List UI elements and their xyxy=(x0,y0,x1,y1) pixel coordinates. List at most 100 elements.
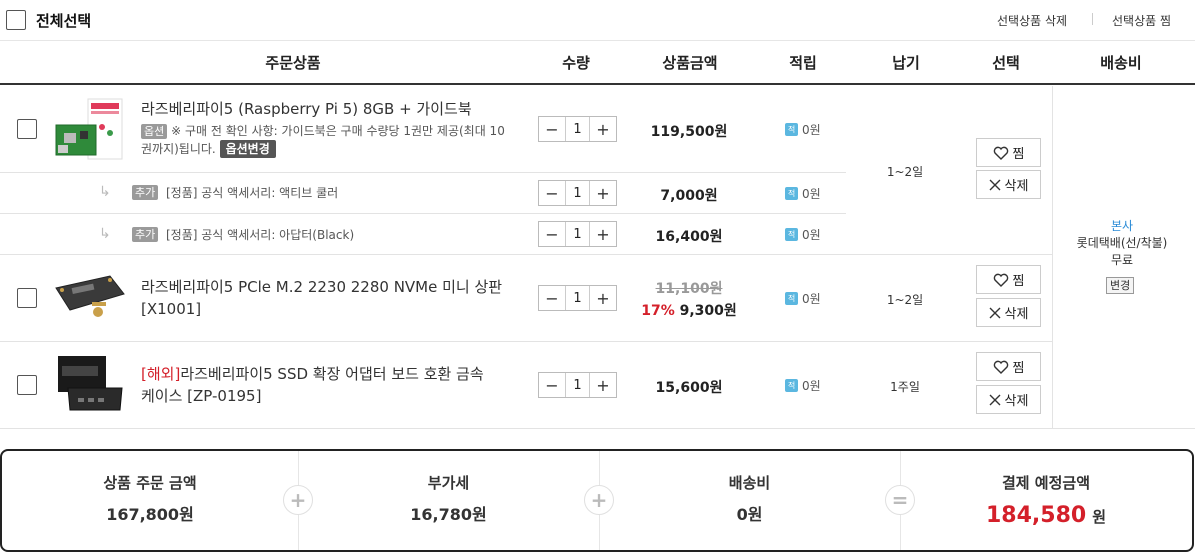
option-change-button[interactable]: 옵션변경 xyxy=(219,140,276,158)
summary-shipping: 배송비 0원 xyxy=(599,451,900,550)
points-value: 0원 xyxy=(802,123,821,137)
header-points: 적립 xyxy=(789,54,817,72)
item-1-lead-time: 1~2일 xyxy=(886,165,924,179)
item-2-name[interactable]: 라즈베리파이5 PCle M.2 2230 2280 NVMe 미니 상판 [X… xyxy=(141,276,502,320)
summary-total: 결제 예정금액 184,580 원 xyxy=(900,451,1192,550)
addon-1-points: 적 0원 xyxy=(785,185,821,202)
addon-2-quantity-stepper[interactable]: − 1 + xyxy=(538,221,617,247)
item-3-checkbox[interactable] xyxy=(17,375,37,395)
sub-arrow-icon: ↳ xyxy=(99,184,111,200)
item-1-quantity-stepper[interactable]: − 1 + xyxy=(538,116,617,142)
item-3-wish-button[interactable]: 찜 xyxy=(976,352,1041,381)
addon-1-price: 7,000원 xyxy=(660,188,718,204)
points-value: 0원 xyxy=(802,228,821,242)
shipping-change-button[interactable]: 변경 xyxy=(1106,277,1135,294)
item-2-delete-button[interactable]: 삭제 xyxy=(976,298,1041,327)
delete-label: 삭제 xyxy=(1004,307,1029,322)
shipping-method: 롯데택배(선/착불) xyxy=(1076,236,1168,250)
addon-1-name: [정품] 공식 액세서리: 액티브 쿨러 xyxy=(166,186,339,200)
addon-2-points: 적 0원 xyxy=(785,226,821,243)
total-unit: 원 xyxy=(1092,508,1106,526)
shipping-label: 배송비 xyxy=(728,474,771,492)
item-1-wish-button[interactable]: 찜 xyxy=(976,138,1041,167)
vat-value: 16,780원 xyxy=(410,505,487,524)
item-2-checkbox[interactable] xyxy=(17,288,37,308)
item-2-points: 적 0원 xyxy=(785,290,821,307)
header-shipping: 배송비 xyxy=(1100,54,1142,72)
minus-button[interactable]: − xyxy=(539,286,565,310)
qty-value[interactable]: 1 xyxy=(565,286,590,310)
header-qty: 수량 xyxy=(562,54,590,72)
summary-vat: 부가세 16,780원 xyxy=(298,451,599,550)
shipping-fee: 무료 xyxy=(1110,253,1134,267)
addon-2-badge: 추가 xyxy=(132,227,159,242)
item-3-name-line1: 라즈베리파이5 SSD 확장 어댑터 보드 호환 금속 xyxy=(180,365,484,383)
delete-label: 삭제 xyxy=(1004,394,1029,409)
item-2-sale-price: 17% 9,300원 xyxy=(629,300,749,320)
addon-2-name: [정품] 공식 액세서리: 아답터(Black) xyxy=(166,228,355,242)
row-divider xyxy=(0,428,1195,429)
item-3-thumbnail xyxy=(58,356,123,411)
item-3-points: 적 0원 xyxy=(785,377,821,394)
row-divider xyxy=(0,172,846,173)
item-3-name-line2: 케이스 [ZP-0195] xyxy=(141,387,262,405)
row-divider xyxy=(0,213,846,214)
item-1-thumbnail xyxy=(55,98,123,160)
minus-button[interactable]: − xyxy=(539,181,565,205)
header-amount: 상품금액 xyxy=(662,54,718,72)
option-badge: 옵션 xyxy=(141,124,168,139)
item-1-delete-button[interactable]: 삭제 xyxy=(976,170,1041,199)
addon-1-quantity-stepper[interactable]: − 1 + xyxy=(538,180,617,206)
item-2-quantity-stepper[interactable]: − 1 + xyxy=(538,285,617,311)
vat-label: 부가세 xyxy=(427,474,470,492)
shipping-origin: 본사 xyxy=(1110,219,1134,233)
option-note-cont: 권까지)됩니다. xyxy=(141,142,216,156)
qty-value[interactable]: 1 xyxy=(565,117,590,141)
item-1-price: 119,500원 xyxy=(650,124,728,140)
heart-icon xyxy=(993,360,1008,374)
item-1-option: 옵션 ※ 구매 전 확인 사항: 가이드북은 구매 수량당 1권만 제공(최대 … xyxy=(141,123,536,140)
plus-button[interactable]: + xyxy=(590,286,616,310)
item-2-wish-button[interactable]: 찜 xyxy=(976,265,1041,294)
minus-button[interactable]: − xyxy=(539,373,565,397)
item-1-name[interactable]: 라즈베리파이5 (Raspberry Pi 5) 8GB + 가이드북 xyxy=(141,98,472,120)
item-3-lead-time: 1주일 xyxy=(890,380,920,394)
sub-arrow-icon: ↳ xyxy=(99,226,111,242)
item-3-quantity-stepper[interactable]: − 1 + xyxy=(538,372,617,398)
header-lead: 납기 xyxy=(892,54,920,72)
plus-button[interactable]: + xyxy=(590,181,616,205)
summary-order-amount: 상품 주문 금액 167,800원 xyxy=(2,451,298,550)
point-icon: 적 xyxy=(785,228,798,241)
close-icon xyxy=(989,307,1001,318)
qty-value[interactable]: 1 xyxy=(565,373,590,397)
minus-button[interactable]: − xyxy=(539,222,565,246)
qty-value[interactable]: 1 xyxy=(565,222,590,246)
select-all-checkbox[interactable] xyxy=(6,10,26,30)
item-2-name-line1: 라즈베리파이5 PCle M.2 2230 2280 NVMe 미니 상판 xyxy=(141,278,503,296)
item-1-points: 적 0원 xyxy=(785,121,821,138)
qty-value[interactable]: 1 xyxy=(565,181,590,205)
item-3-delete-button[interactable]: 삭제 xyxy=(976,385,1041,414)
table-header: 주문상품 수량 상품금액 적립 납기 선택 배송비 xyxy=(0,41,1195,85)
item-1-checkbox[interactable] xyxy=(17,119,37,139)
plus-button[interactable]: + xyxy=(590,222,616,246)
item-2-thumbnail xyxy=(55,275,125,317)
close-icon xyxy=(989,394,1001,405)
addon-1-badge: 추가 xyxy=(132,185,159,200)
plus-button[interactable]: + xyxy=(590,117,616,141)
equals-icon: = xyxy=(885,485,915,515)
heart-icon xyxy=(993,273,1008,287)
item-3-name[interactable]: [해외]라즈베리파이5 SSD 확장 어댑터 보드 호환 금속 케이스 [ZP-… xyxy=(141,363,484,407)
top-bar: 전체선택 선택상품 삭제 선택상품 찜 xyxy=(0,0,1195,41)
wish-selected-link[interactable]: 선택상품 찜 xyxy=(1112,12,1171,29)
order-amount-label: 상품 주문 금액 xyxy=(103,474,197,492)
delete-selected-link[interactable]: 선택상품 삭제 xyxy=(997,12,1067,29)
order-summary: 상품 주문 금액 167,800원 부가세 16,780원 배송비 0원 결제 … xyxy=(0,449,1194,552)
plus-icon: + xyxy=(283,485,313,515)
plus-button[interactable]: + xyxy=(590,373,616,397)
point-icon: 적 xyxy=(785,187,798,200)
point-icon: 적 xyxy=(785,379,798,392)
total-amount: 184,580 xyxy=(985,503,1087,528)
points-value: 0원 xyxy=(802,379,821,393)
minus-button[interactable]: − xyxy=(539,117,565,141)
